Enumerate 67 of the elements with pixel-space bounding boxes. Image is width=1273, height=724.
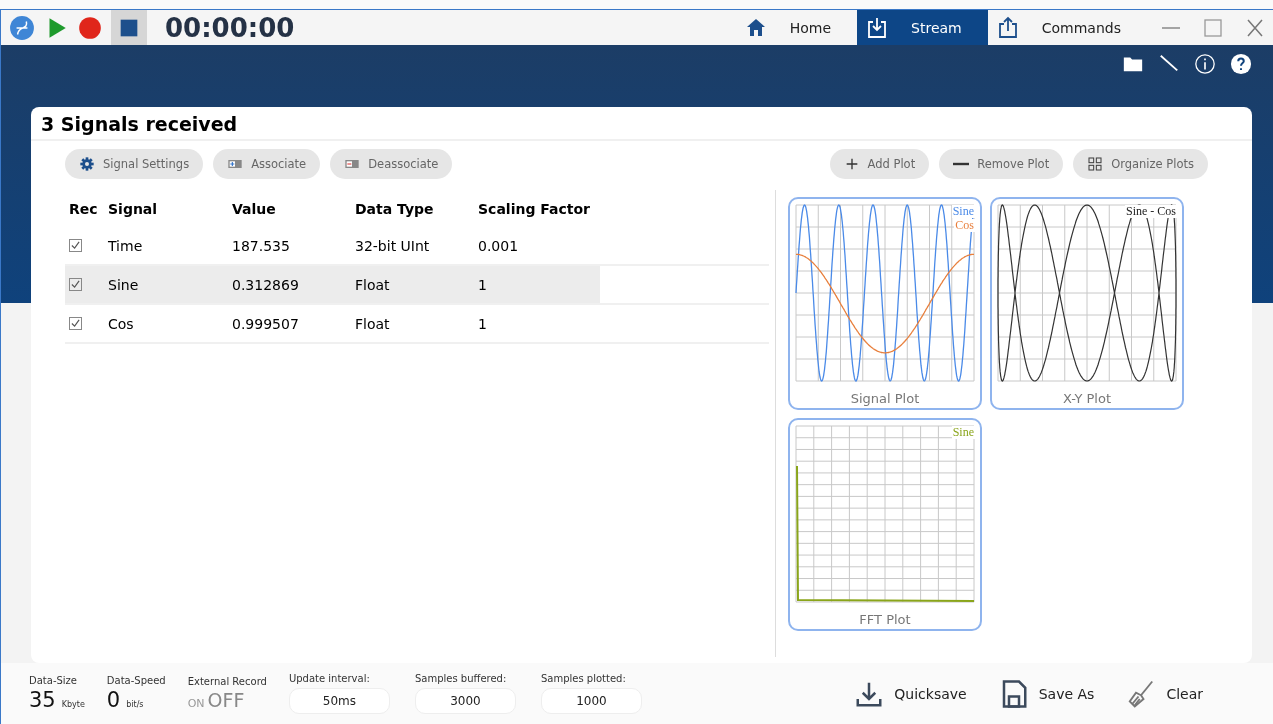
stat-label: External Record xyxy=(187,676,267,687)
input-field[interactable]: 1000 xyxy=(540,688,642,714)
legend-label: Sine - Cos xyxy=(1125,205,1177,218)
footer-button[interactable]: Clear xyxy=(1120,677,1209,710)
grid-icon xyxy=(1087,156,1104,172)
nav-tab[interactable]: Stream xyxy=(857,10,988,45)
panel-title: 3 Signals received xyxy=(31,107,1252,141)
timer: 00:00:00 xyxy=(165,12,295,43)
record-checkbox[interactable] xyxy=(69,278,82,291)
plot-card[interactable]: Sine - Cos X-Y Plot xyxy=(990,197,1184,410)
stat-value: 0 xyxy=(106,688,121,712)
input-field[interactable]: 3000 xyxy=(414,688,516,714)
footer-button[interactable]: Save As xyxy=(992,677,1101,710)
toolbar-button[interactable]: Signal Settings xyxy=(65,149,204,179)
help-icon[interactable] xyxy=(1230,53,1252,75)
table-cell: Float xyxy=(355,315,390,332)
footer-button[interactable]: Quicksave xyxy=(848,677,973,710)
plot-title: X-Y Plot xyxy=(1063,391,1111,406)
stop-icon xyxy=(119,17,139,38)
field-label: Update interval: xyxy=(288,673,370,684)
toolbar-button[interactable]: Add Plot xyxy=(829,149,930,179)
toolbar-button[interactable]: Associate xyxy=(213,149,321,179)
column-header: Scaling Factor xyxy=(478,199,591,219)
app-logo-icon xyxy=(9,14,35,41)
plot-card[interactable]: Sine FFT Plot xyxy=(788,418,982,631)
stat-label: Data-Speed xyxy=(106,675,166,686)
table-cell: 1 xyxy=(478,315,487,332)
column-header: Data Type xyxy=(355,199,435,219)
plot-title: FFT Plot xyxy=(859,612,911,627)
record-icon[interactable] xyxy=(77,14,103,41)
toolbar-button[interactable]: Organize Plots xyxy=(1073,149,1208,179)
stat-label: Data-Size xyxy=(29,675,78,686)
column-header: Rec xyxy=(68,199,99,219)
stop-button[interactable] xyxy=(111,10,147,45)
nav-tab[interactable]: Commands xyxy=(987,10,1147,45)
table-row[interactable]: Sine 0.312869 Float 1 xyxy=(65,266,769,305)
stat-value: 35 xyxy=(29,688,56,712)
nav-tab[interactable]: Home xyxy=(735,10,858,45)
table-cell: 0.999507 xyxy=(232,315,299,332)
plot-title: Signal Plot xyxy=(850,391,920,406)
input-field[interactable]: 50ms xyxy=(288,688,390,714)
table-row[interactable]: Cos 0.999507 Float 1 xyxy=(65,305,769,344)
toolbar-button[interactable]: Deassociate xyxy=(330,149,453,179)
table-cell: Float xyxy=(355,276,390,293)
table-cell: 32-bit UInt xyxy=(355,237,430,254)
record-checkbox[interactable] xyxy=(69,317,82,330)
table-cell: Cos xyxy=(108,315,134,332)
record-checkbox[interactable] xyxy=(69,239,82,252)
table-cell: 0.001 xyxy=(478,237,519,254)
table-cell: 0.312869 xyxy=(232,276,299,293)
field-label: Samples buffered: xyxy=(414,673,507,684)
legend-label: Sine xyxy=(951,426,975,439)
stat-unit: bit/s xyxy=(126,700,144,709)
table-cell: Sine xyxy=(108,276,139,293)
column-header: Value xyxy=(232,199,277,219)
stat-unit: Kbyte xyxy=(61,700,85,709)
settings-icon xyxy=(79,156,95,172)
toolbar-button[interactable]: Remove Plot xyxy=(939,149,1064,179)
legend-label: Sine xyxy=(951,205,975,218)
table-cell: Time xyxy=(108,237,143,254)
field-label: Samples plotted: xyxy=(540,673,626,684)
plot-card[interactable]: Sine Cos Signal Plot xyxy=(788,197,982,410)
legend-label: Cos xyxy=(954,219,975,232)
info-icon[interactable] xyxy=(1194,53,1216,75)
table-cell: 187.535 xyxy=(232,237,290,254)
table-cell: 1 xyxy=(478,276,487,293)
column-header: Signal xyxy=(108,199,159,219)
